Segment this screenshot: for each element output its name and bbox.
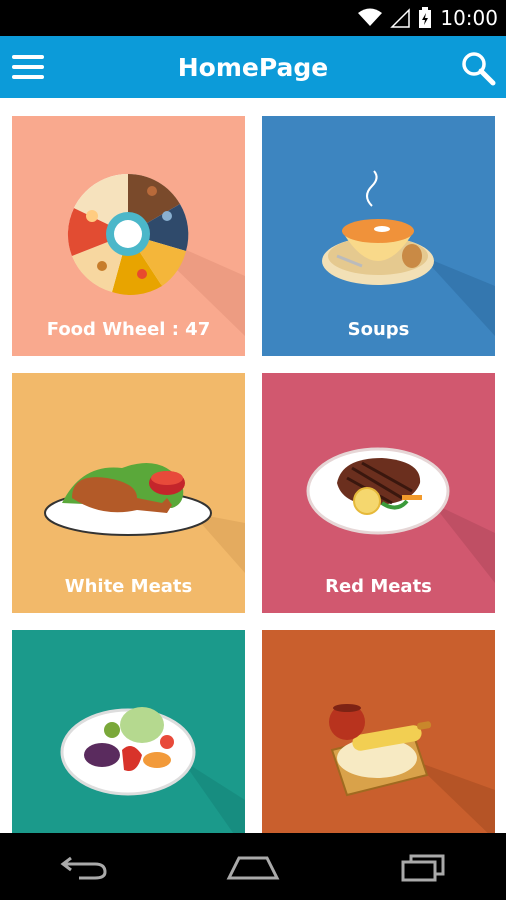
- recents-icon[interactable]: [392, 842, 452, 892]
- back-icon[interactable]: [54, 842, 114, 892]
- screen: 10:00 HomePage Food Wheel: 47 Soups Whi…: [0, 0, 506, 900]
- page-title: HomePage: [177, 53, 329, 82]
- navigation-bar: [0, 833, 506, 900]
- signal-icon: [390, 8, 411, 28]
- status-bar: 10:00: [0, 0, 506, 36]
- tile-red-meats[interactable]: Red Meats: [262, 373, 495, 613]
- tile-label: Soups: [347, 319, 410, 340]
- tile-label: Food Wheel : 47: [46, 319, 211, 340]
- tile-label: Red Meats: [325, 576, 432, 597]
- tile-label: White Meats: [64, 576, 193, 597]
- app-bar: HomePage: [0, 36, 506, 98]
- home-icon[interactable]: [223, 842, 283, 892]
- wifi-icon: [358, 8, 383, 26]
- tile-soups[interactable]: Soups: [262, 116, 495, 356]
- battery-icon: [419, 7, 432, 28]
- tile-white-meats[interactable]: White Meats: [12, 373, 245, 613]
- search-icon[interactable]: [460, 50, 496, 86]
- status-time: 10:00: [440, 6, 498, 30]
- tile-food-wheel[interactable]: Food Wheel : 47: [12, 116, 245, 356]
